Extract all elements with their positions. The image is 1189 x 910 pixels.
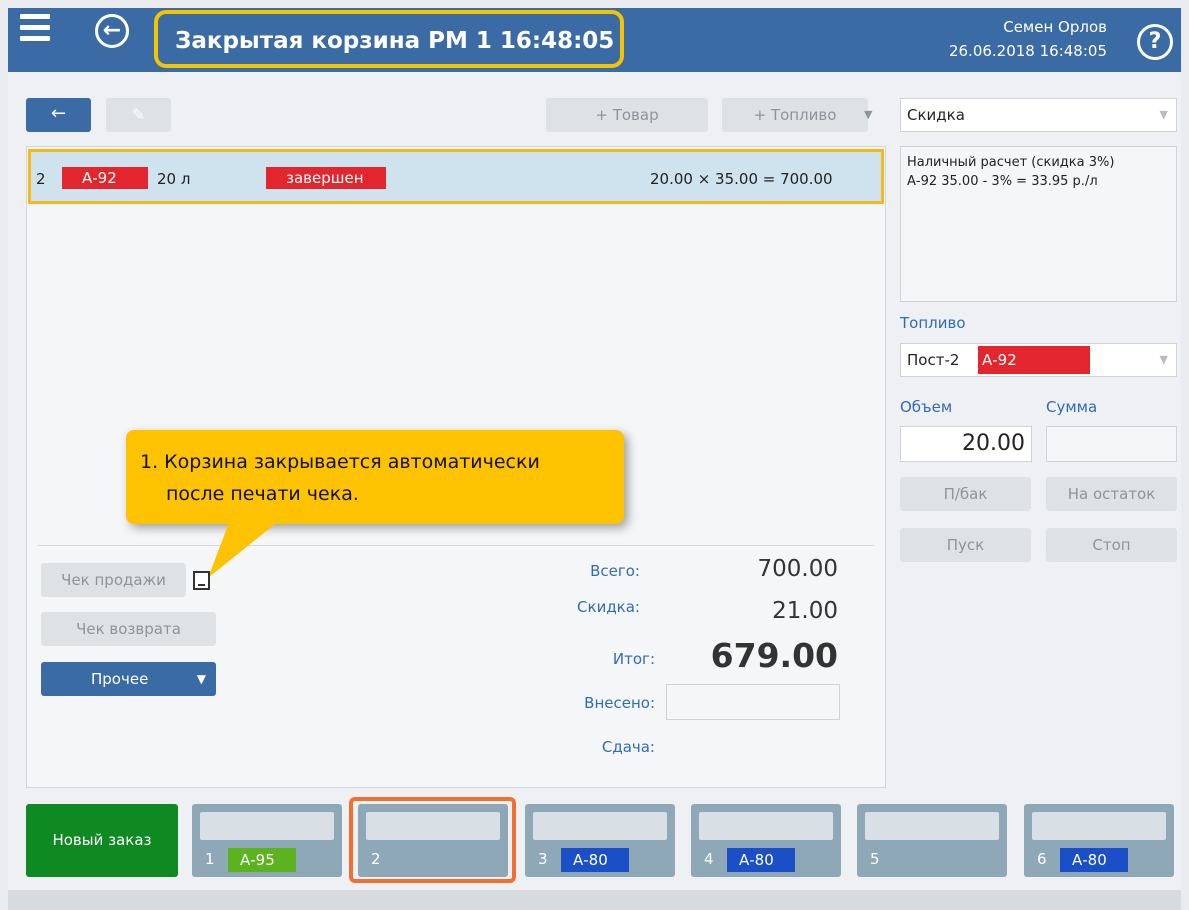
tab-fuel-tag: А-80 xyxy=(561,848,629,872)
add-fuel-button[interactable]: + Топливо xyxy=(722,98,868,132)
header-datetime: 26.06.2018 16:48:05 xyxy=(948,42,1107,60)
menu-icon[interactable] xyxy=(20,14,50,44)
discount-value: 21.00 xyxy=(772,598,838,624)
callout-line-1: 1. Корзина закрывается автоматически xyxy=(140,451,540,473)
tab-fuel-tag: А-80 xyxy=(1060,848,1128,872)
page-title: Закрытая корзина РМ 1 16:48:05 xyxy=(175,28,615,54)
tab-number: 6 xyxy=(1037,850,1047,868)
back-button[interactable]: ← xyxy=(26,98,91,132)
other-label: Прочее xyxy=(91,670,149,688)
total-label: Всего: xyxy=(590,562,640,580)
order-tab-6[interactable]: 6 А-80 xyxy=(1024,804,1174,877)
discount-info-line-2: А-92 35.00 - 3% = 33.95 р./л xyxy=(907,174,1098,189)
tab-number: 4 xyxy=(704,850,714,868)
tab-fuel-tag: А-95 xyxy=(228,848,296,872)
chevron-down-icon: ▼ xyxy=(1159,353,1168,366)
status-badge: завершен xyxy=(266,167,386,189)
order-tab-5[interactable]: 5 xyxy=(857,804,1007,877)
question-circle-icon[interactable]: ? xyxy=(1137,24,1173,60)
tab-number: 5 xyxy=(870,850,880,868)
edit-button[interactable]: ✎ xyxy=(106,98,171,132)
remainder-button[interactable]: На остаток xyxy=(1046,477,1177,511)
other-dropdown-button[interactable]: Прочее ▼ xyxy=(41,662,216,696)
start-button[interactable]: Пуск xyxy=(900,528,1031,562)
tab-fuel-tag: А-80 xyxy=(727,848,795,872)
discount-select-value: Скидка xyxy=(907,106,965,124)
paid-input[interactable] xyxy=(666,684,840,720)
change-label: Сдача: xyxy=(601,738,655,756)
order-tab-3[interactable]: 3 А-80 xyxy=(525,804,675,877)
row-number: 2 xyxy=(36,170,46,188)
tab-number: 3 xyxy=(538,850,548,868)
user-name: Семен Орлов xyxy=(1003,18,1107,36)
active-tab-highlight xyxy=(349,797,516,883)
volume-input[interactable]: 20.00 xyxy=(900,426,1032,462)
callout-line-2: после печати чека. xyxy=(166,483,359,505)
chevron-down-icon[interactable]: ▼ xyxy=(864,108,872,121)
callout-text: 1. Корзина закрывается автоматически пос… xyxy=(140,446,610,510)
order-tab-1[interactable]: 1 А-95 xyxy=(192,804,342,877)
add-item-button[interactable]: + Товар xyxy=(546,98,708,132)
chevron-down-icon: ▼ xyxy=(1159,108,1168,121)
status-bar xyxy=(8,890,1181,910)
stop-button[interactable]: Стоп xyxy=(1046,528,1177,562)
fuel-section-label: Топливо xyxy=(900,314,966,332)
callout-pointer xyxy=(208,520,280,578)
order-tab-4[interactable]: 4 А-80 xyxy=(691,804,841,877)
arrow-left-circle-icon[interactable]: ← xyxy=(95,14,129,48)
chevron-down-icon: ▼ xyxy=(196,672,206,686)
divider xyxy=(38,545,874,546)
discount-info-line-1: Наличный расчет (скидка 3%) xyxy=(907,155,1115,170)
receipt-checkbox[interactable] xyxy=(193,571,210,590)
sale-receipt-button[interactable]: Чек продажи xyxy=(41,563,186,597)
full-tank-button[interactable]: П/бак xyxy=(900,477,1031,511)
paid-label: Внесено: xyxy=(584,694,655,712)
pump-select[interactable]: Пост-2 А-92 ▼ xyxy=(900,343,1177,377)
discount-label: Скидка: xyxy=(577,598,640,616)
pump-fuel-tag: А-92 xyxy=(978,346,1090,374)
new-order-button[interactable]: Новый заказ xyxy=(26,804,178,877)
sum-label: Сумма xyxy=(1046,398,1098,416)
return-receipt-button[interactable]: Чек возврата xyxy=(41,612,216,646)
volume-label: Объем xyxy=(900,398,953,416)
discount-info: Наличный расчет (скидка 3%) А-92 35.00 -… xyxy=(900,146,1177,302)
fuel-tag: А-92 xyxy=(62,167,148,189)
row-calculation: 20.00 × 35.00 = 700.00 xyxy=(650,170,833,188)
total-value: 700.00 xyxy=(757,556,838,582)
sum-input[interactable] xyxy=(1046,426,1177,462)
pump-name: Пост-2 xyxy=(907,351,960,369)
discount-select[interactable]: Скидка ▼ xyxy=(900,98,1177,132)
tab-number: 1 xyxy=(205,850,215,868)
final-value: 679.00 xyxy=(710,636,838,675)
row-volume: 20 л xyxy=(157,170,191,188)
